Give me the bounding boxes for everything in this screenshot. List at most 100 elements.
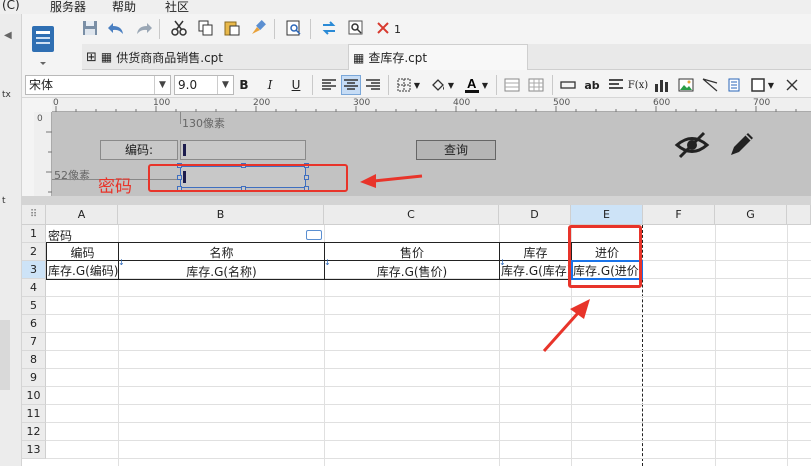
- cell-border-icon[interactable]: [748, 75, 768, 95]
- parameter-pane: 130像素 52像素 编码: 查询 密码: [52, 112, 811, 197]
- cell-D3[interactable]: 库存.G(库存): [501, 262, 571, 279]
- cell-A3[interactable]: 库存.G(编码): [48, 262, 118, 279]
- code-label: 编码:: [100, 140, 178, 160]
- cell-C3[interactable]: 库存.G(售价): [325, 263, 499, 280]
- align-center-icon[interactable]: [341, 75, 361, 95]
- height-hint: 52像素: [54, 169, 90, 182]
- row-header[interactable]: 5: [22, 297, 46, 315]
- row-header[interactable]: 9: [22, 369, 46, 387]
- tab-check-stock[interactable]: ▦ 查库存.cpt: [348, 44, 528, 70]
- cell-C2[interactable]: 售价: [325, 244, 499, 261]
- delete-error-icon[interactable]: [373, 18, 393, 38]
- grid-corner-icon[interactable]: ⠿: [22, 205, 46, 225]
- paragraph-icon[interactable]: [606, 75, 626, 95]
- row-header[interactable]: 10: [22, 387, 46, 405]
- column-header[interactable]: C: [324, 205, 499, 225]
- underline-button[interactable]: U: [286, 75, 306, 95]
- tab-label: 查库存.cpt: [368, 51, 428, 65]
- clear-icon[interactable]: [782, 75, 802, 95]
- bold-button[interactable]: B: [234, 75, 254, 95]
- row-header[interactable]: 2: [22, 243, 46, 261]
- annotation-arrow-icon: [542, 299, 590, 353]
- cell-D2[interactable]: 库存: [500, 244, 571, 261]
- annotation-label: 密码: [98, 177, 132, 197]
- preview-icon[interactable]: [284, 18, 304, 38]
- chevron-down-icon: ▼: [217, 76, 233, 94]
- report-file-icon: ▦: [353, 50, 365, 65]
- copy-icon[interactable]: [196, 18, 216, 38]
- row-header[interactable]: 3: [22, 261, 46, 279]
- column-header[interactable]: G: [715, 205, 787, 225]
- ruler-tick-label: 500: [553, 98, 571, 108]
- grid-line: [46, 404, 811, 405]
- cell-A1[interactable]: 密码: [48, 227, 118, 244]
- paste-icon[interactable]: [222, 18, 242, 38]
- menu-item-help[interactable]: 帮助: [112, 0, 136, 15]
- grid-file-icon: ⊞: [86, 49, 97, 65]
- row-header[interactable]: 1: [22, 225, 46, 243]
- grid-line: [46, 332, 811, 333]
- row-header[interactable]: 12: [22, 423, 46, 441]
- chevron-down-icon[interactable]: ▼: [766, 75, 776, 95]
- format-painter-icon[interactable]: [248, 18, 268, 38]
- pane-splitter[interactable]: [22, 196, 811, 205]
- redo-icon[interactable]: [134, 18, 154, 38]
- align-left-icon[interactable]: [319, 75, 339, 95]
- column-header[interactable]: D: [499, 205, 571, 225]
- template-icon[interactable]: [26, 24, 62, 70]
- image-icon[interactable]: [676, 75, 696, 95]
- chevron-down-icon[interactable]: ▼: [446, 75, 456, 95]
- pencil-icon[interactable]: [726, 128, 758, 160]
- tab-supplier-sales[interactable]: ⊞ ▦ 供货商商品销售.cpt: [82, 44, 344, 70]
- row-header[interactable]: 13: [22, 441, 46, 459]
- row-header[interactable]: 8: [22, 351, 46, 369]
- menu-item-server[interactable]: 服务器: [50, 0, 86, 15]
- chevron-down-icon[interactable]: ▼: [412, 75, 422, 95]
- column-header-blank[interactable]: [787, 205, 811, 225]
- collapse-left-icon[interactable]: ◀: [4, 30, 12, 41]
- split-cells-icon[interactable]: [526, 75, 546, 95]
- font-color-icon[interactable]: A: [462, 75, 482, 95]
- align-right-icon[interactable]: [363, 75, 383, 95]
- horizontal-ruler: 0 100 200 300 400 500 600 700: [52, 98, 811, 112]
- cut-icon[interactable]: [169, 18, 189, 38]
- ruler-tick-label: 300: [353, 98, 371, 108]
- row-header[interactable]: 7: [22, 333, 46, 351]
- column-header[interactable]: E: [571, 205, 643, 225]
- insert-row-icon[interactable]: [558, 75, 578, 95]
- toolbar-separator: [312, 75, 313, 95]
- cell-A2[interactable]: 编码: [47, 244, 118, 261]
- row-header[interactable]: 11: [22, 405, 46, 423]
- font-size-select[interactable]: 9.0 ▼: [174, 75, 234, 95]
- menu-item-community[interactable]: 社区: [165, 0, 189, 15]
- cell-border: [46, 242, 643, 243]
- undo-icon[interactable]: [106, 18, 126, 38]
- left-scroll-handle[interactable]: [0, 320, 10, 390]
- swap-icon[interactable]: [319, 18, 339, 38]
- text-cell-button[interactable]: ab: [582, 75, 602, 95]
- chevron-down-icon[interactable]: ▼: [480, 75, 490, 95]
- grid-line: [787, 225, 788, 466]
- merge-cells-icon[interactable]: [502, 75, 522, 95]
- bar-chart-icon[interactable]: [652, 75, 672, 95]
- subreport-icon[interactable]: [724, 75, 744, 95]
- code-input[interactable]: [180, 140, 306, 160]
- font-family-select[interactable]: 宋体 ▼: [25, 75, 171, 95]
- column-header[interactable]: A: [46, 205, 118, 225]
- query-button[interactable]: 查询: [416, 140, 496, 160]
- row-header[interactable]: 4: [22, 279, 46, 297]
- italic-button[interactable]: I: [260, 75, 280, 95]
- column-header[interactable]: F: [643, 205, 715, 225]
- cell-B3[interactable]: 库存.G(名称): [119, 263, 324, 280]
- slash-line-icon[interactable]: [700, 75, 720, 95]
- eye-off-icon[interactable]: [674, 130, 710, 160]
- fill-color-icon[interactable]: [428, 75, 448, 95]
- save-icon[interactable]: [80, 18, 100, 38]
- border-icon[interactable]: [394, 75, 414, 95]
- row-header[interactable]: 6: [22, 315, 46, 333]
- column-header[interactable]: B: [118, 205, 324, 225]
- formula-button[interactable]: F(x): [628, 75, 648, 95]
- search-replace-icon[interactable]: [346, 18, 366, 38]
- cell-B2[interactable]: 名称: [119, 244, 324, 261]
- tab-bar: ⊞ ▦ 供货商商品销售.cpt ▦ 查库存.cpt: [82, 44, 811, 70]
